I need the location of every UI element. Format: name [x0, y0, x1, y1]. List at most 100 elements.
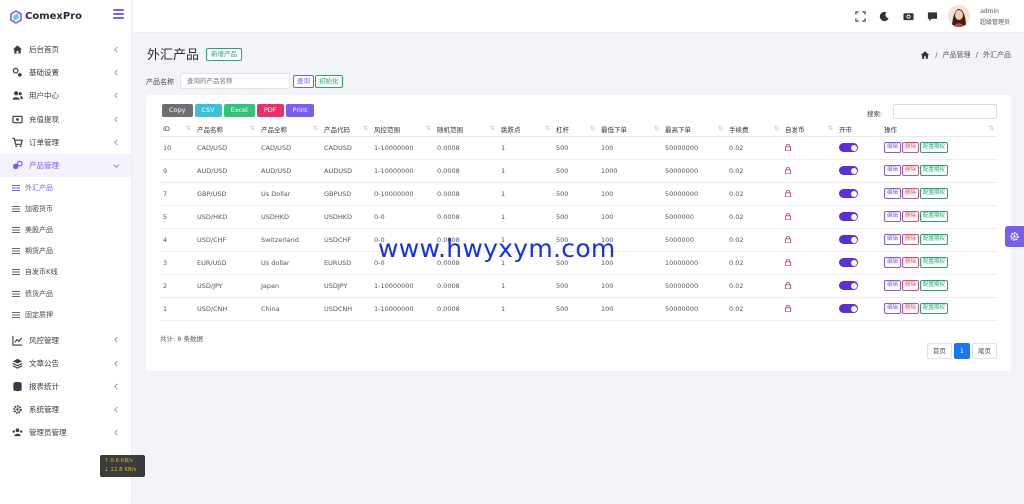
edit-button[interactable]: 编辑	[884, 234, 902, 245]
excel-button[interactable]: Excel	[223, 104, 255, 117]
add-product-button[interactable]: 新增产品	[206, 48, 242, 61]
sort-icon[interactable]: ⇅	[250, 125, 255, 132]
column-header[interactable]: 自发币 ⇅	[782, 122, 836, 137]
sidebar-item-orders[interactable]: 订单管理	[0, 131, 131, 154]
sidebar-subitem-futures[interactable]: 期货产品	[0, 241, 131, 262]
sort-icon[interactable]: ⇅	[828, 125, 833, 132]
pdf-button[interactable]: PDF	[256, 104, 284, 117]
config-options-button[interactable]: 配置期权	[920, 234, 949, 245]
sidebar-subitem-crypto[interactable]: 加密货币	[0, 198, 131, 219]
sidebar-item-articles[interactable]: 文章公告	[0, 352, 131, 375]
sidebar-item-products[interactable]: 产品管理	[0, 153, 131, 178]
sort-icon[interactable]: ⇅	[426, 125, 431, 132]
market-open-toggle[interactable]	[839, 212, 858, 221]
column-header[interactable]: 产品全称 ⇅	[258, 122, 321, 137]
last-page-button[interactable]: 尾页	[972, 343, 997, 359]
sort-icon[interactable]: ⇅	[313, 125, 318, 132]
config-options-button[interactable]: 配置期权	[920, 303, 949, 314]
delete-button[interactable]: 删除	[902, 234, 920, 245]
sidebar-item-basic-settings[interactable]: 基础设置	[0, 61, 131, 84]
sidebar-item-admins[interactable]: 管理员管理	[0, 421, 131, 444]
market-open-toggle[interactable]	[839, 258, 858, 267]
column-header[interactable]: 跳跌点 ⇅	[498, 122, 553, 137]
page-button-current[interactable]: 1	[953, 343, 970, 359]
message-icon[interactable]	[927, 11, 938, 22]
column-header[interactable]: 产品名称 ⇅	[194, 122, 258, 137]
edit-button[interactable]: 编辑	[884, 211, 902, 222]
config-options-button[interactable]: 配置期权	[920, 211, 949, 222]
sidebar-subitem-fixed-staking[interactable]: 固定质押	[0, 304, 131, 325]
column-header[interactable]: 最低下单 ⇅	[598, 122, 662, 137]
delete-button[interactable]: 删除	[902, 142, 920, 153]
sort-icon[interactable]: ⇅	[774, 125, 779, 132]
column-header[interactable]: 产品代码 ⇅	[321, 122, 371, 137]
config-options-button[interactable]: 配置期权	[920, 165, 949, 176]
sidebar-subitem-us-stocks[interactable]: 美股产品	[0, 220, 131, 241]
market-open-toggle[interactable]	[839, 166, 858, 175]
sort-icon[interactable]: ⇅	[545, 125, 550, 132]
delete-button[interactable]: 删除	[902, 165, 920, 176]
table-search-input[interactable]	[893, 104, 997, 119]
copy-button[interactable]: Copy	[162, 104, 193, 117]
camera-icon[interactable]	[903, 11, 914, 22]
sort-icon[interactable]: ⇅	[363, 125, 368, 132]
first-page-button[interactable]: 首页	[926, 343, 952, 359]
delete-button[interactable]: 删除	[902, 211, 920, 222]
sort-icon[interactable]: ⇅	[186, 125, 191, 132]
config-options-button[interactable]: 配置期权	[920, 142, 949, 153]
sidebar-item-home[interactable]: 后台首页	[0, 38, 131, 61]
sort-icon[interactable]: ⇅	[989, 125, 994, 132]
sidebar-subitem-forex[interactable]: 外汇产品	[0, 177, 131, 198]
edit-button[interactable]: 编辑	[884, 303, 902, 314]
settings-panel-toggle[interactable]	[1005, 226, 1024, 247]
market-open-toggle[interactable]	[839, 235, 858, 244]
sidebar-subitem-self-coin-kline[interactable]: 自发币K线	[0, 262, 131, 283]
sidebar-item-reports[interactable]: 报表统计	[0, 375, 131, 398]
column-header[interactable]: 手续费 ⇅	[726, 122, 782, 137]
csv-button[interactable]: CSV	[194, 104, 222, 117]
delete-button[interactable]: 删除	[902, 257, 920, 268]
edit-button[interactable]: 编辑	[884, 257, 902, 268]
config-options-button[interactable]: 配置期权	[920, 280, 949, 291]
breadcrumb-item[interactable]: 产品管理	[943, 50, 971, 60]
config-options-button[interactable]: 配置期权	[920, 188, 949, 199]
edit-button[interactable]: 编辑	[884, 142, 902, 153]
sidebar-item-risk-control[interactable]: 风控管理	[0, 328, 131, 351]
sidebar-item-deposit-withdraw[interactable]: 充值提现	[0, 108, 131, 131]
market-open-toggle[interactable]	[839, 143, 858, 152]
delete-button[interactable]: 删除	[902, 280, 920, 291]
moon-icon[interactable]	[879, 11, 890, 22]
sort-icon[interactable]: ⇅	[654, 125, 659, 132]
market-open-toggle[interactable]	[839, 189, 858, 198]
market-open-toggle[interactable]	[839, 304, 858, 313]
sidebar-subitem-bonds[interactable]: 债货产品	[0, 283, 131, 304]
column-header[interactable]: 最高下单 ⇅	[662, 122, 726, 137]
column-header[interactable]: 杠杆 ⇅	[553, 122, 598, 137]
column-header[interactable]: 随机范围 ⇅	[434, 122, 498, 137]
config-options-button[interactable]: 配置期权	[920, 257, 949, 268]
reset-button[interactable]: 初始化	[315, 75, 343, 88]
home-icon[interactable]	[920, 50, 930, 60]
sort-icon[interactable]: ⇅	[490, 125, 495, 132]
sidebar-item-system[interactable]: 系统管理	[0, 398, 131, 421]
sidebar-item-users[interactable]: 用户中心	[0, 84, 131, 107]
column-header[interactable]: ID ⇅	[160, 122, 194, 137]
menu-toggle-icon[interactable]	[113, 9, 124, 19]
market-open-toggle[interactable]	[839, 281, 858, 290]
column-header[interactable]: 操作 ⇅	[881, 122, 997, 137]
brand[interactable]: ComexPro	[0, 0, 131, 33]
product-name-input[interactable]	[180, 73, 290, 89]
delete-button[interactable]: 删除	[902, 303, 920, 314]
edit-button[interactable]: 编辑	[884, 280, 902, 291]
query-button[interactable]: 查询	[293, 75, 314, 88]
edit-button[interactable]: 编辑	[884, 165, 902, 176]
avatar[interactable]	[948, 5, 970, 27]
sort-icon[interactable]: ⇅	[590, 125, 595, 132]
delete-button[interactable]: 删除	[902, 188, 920, 199]
column-header[interactable]: 开市	[836, 122, 881, 137]
edit-button[interactable]: 编辑	[884, 188, 902, 199]
print-button[interactable]: Print	[285, 104, 315, 117]
fullscreen-icon[interactable]	[855, 11, 866, 22]
column-header[interactable]: 风控范围 ⇅	[371, 122, 434, 137]
sort-icon[interactable]: ⇅	[718, 125, 723, 132]
